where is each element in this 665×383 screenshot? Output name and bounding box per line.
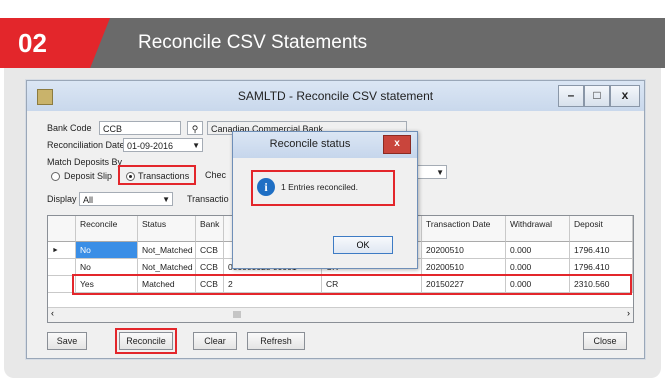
column-header-reconcile[interactable]: Reconcile xyxy=(76,216,138,242)
row-selector-header xyxy=(48,216,76,242)
column-header-bank[interactable]: Bank xyxy=(196,216,224,242)
bank-code-label: Bank Code xyxy=(47,123,92,133)
row-pointer-icon: ► xyxy=(48,242,76,259)
column-header-withdrawal[interactable]: Withdrawal xyxy=(506,216,570,242)
close-button[interactable]: Close xyxy=(583,332,627,350)
deposit-slip-label: Deposit Slip xyxy=(64,171,113,181)
display-select[interactable]: All ▼ xyxy=(79,192,173,206)
bank-code-input[interactable]: CCB xyxy=(99,121,181,135)
deposit-cell: 1796.410 xyxy=(570,242,633,259)
window-titlebar[interactable]: SAMLTD - Reconcile CSV statement – □ x xyxy=(27,81,644,111)
transactions-highlight xyxy=(118,165,196,185)
reconciliation-date-label: Reconciliation Date xyxy=(47,140,125,150)
transaction-label: Transactio xyxy=(187,194,229,204)
scroll-right-icon[interactable]: › xyxy=(627,308,630,318)
step-header: 02 Reconcile CSV Statements xyxy=(0,18,665,68)
bank-cell: CCB xyxy=(196,242,224,259)
dialog-titlebar[interactable]: Reconcile status x xyxy=(233,132,417,158)
deposit-slip-radio[interactable] xyxy=(51,172,60,181)
display-label: Display xyxy=(47,194,77,204)
column-header-deposit[interactable]: Deposit xyxy=(570,216,633,242)
message-highlight xyxy=(251,170,395,206)
ok-button[interactable]: OK xyxy=(333,236,393,254)
maximize-button[interactable]: □ xyxy=(584,85,610,107)
search-icon[interactable]: ⚲ xyxy=(187,121,203,135)
matched-row-highlight xyxy=(72,274,632,295)
reconcile-status-dialog: Reconcile status x i 1 Entries reconcile… xyxy=(232,131,418,269)
horizontal-scrollbar[interactable]: ‹ › xyxy=(48,307,633,322)
column-header-transaction-date[interactable]: Transaction Date xyxy=(422,216,506,242)
close-window-button[interactable]: x xyxy=(610,85,640,107)
match-deposits-label: Match Deposits By xyxy=(47,157,123,167)
date-cell: 20200510 xyxy=(422,242,506,259)
chevron-down-icon: ▼ xyxy=(192,141,200,150)
check-label: Chec xyxy=(205,170,227,180)
refresh-button[interactable]: Refresh xyxy=(247,332,305,350)
dialog-close-button[interactable]: x xyxy=(383,135,411,154)
dialog-title: Reconcile status xyxy=(269,138,351,150)
chevron-down-icon: ▼ xyxy=(436,168,444,177)
step-number: 02 xyxy=(0,18,110,68)
reconciliation-date-value: 01-09-2016 xyxy=(127,141,174,151)
reconciliation-date-input[interactable]: 01-09-2016 ▼ xyxy=(123,138,203,152)
reconcile-cell[interactable]: No xyxy=(76,242,138,259)
column-header-status[interactable]: Status xyxy=(138,216,196,242)
save-button[interactable]: Save xyxy=(47,332,87,350)
reconcile-highlight xyxy=(115,328,177,354)
step-title: Reconcile CSV Statements xyxy=(138,32,368,53)
scroll-left-icon[interactable]: ‹ xyxy=(51,308,54,318)
window-title: SAMLTD - Reconcile CSV statement xyxy=(237,89,434,103)
minimize-button[interactable]: – xyxy=(558,85,584,107)
display-value: All xyxy=(83,195,94,205)
clear-button[interactable]: Clear xyxy=(193,332,237,350)
chevron-down-icon: ▼ xyxy=(162,195,170,204)
status-cell: Not_Matched xyxy=(138,242,196,259)
withdrawal-cell: 0.000 xyxy=(506,242,570,259)
screenshot-frame: 02 Reconcile CSV Statements SAMLTD - Rec… xyxy=(0,0,665,383)
scroll-thumb[interactable] xyxy=(233,311,241,318)
